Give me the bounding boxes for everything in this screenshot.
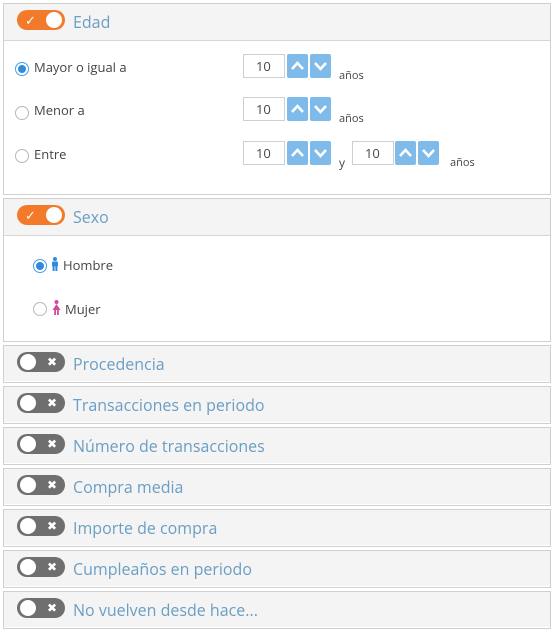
close-icon: ✖ [46, 476, 57, 493]
no-vuelven-desde-hace-header[interactable]: ✖ No vuelven desde hace... [4, 592, 550, 627]
compra-media-panel[interactable]: ✖ Compra media [3, 468, 551, 506]
female-icon [52, 300, 61, 315]
close-icon: ✖ [46, 599, 57, 616]
chevron-up-icon [291, 104, 304, 113]
check-icon: ✓ [25, 206, 36, 224]
label-hombre: Hombre [63, 256, 114, 274]
label-mujer: Mujer [65, 300, 101, 318]
entre-to-decrement-button[interactable] [418, 141, 439, 165]
chevron-up-icon [291, 61, 304, 70]
close-icon: ✖ [46, 394, 57, 411]
compra-media-title: Compra media [73, 476, 184, 498]
check-icon: ✓ [25, 11, 36, 29]
cumpleanos-en-periodo-title: Cumpleaños en periodo [73, 558, 252, 580]
radio-hombre[interactable] [33, 259, 47, 273]
numero-de-transacciones-toggle[interactable]: ✖ [17, 434, 65, 454]
radio-entre[interactable] [15, 149, 29, 163]
mayor-o-igual-unit: años [339, 68, 364, 83]
importe-de-compra-header[interactable]: ✖ Importe de compra [4, 510, 550, 545]
toggle-knob [20, 600, 36, 616]
close-icon: ✖ [46, 517, 57, 534]
chevron-down-icon [314, 62, 327, 71]
mayor-o-igual-decrement-button[interactable] [310, 54, 331, 78]
procedencia-header[interactable]: ✖ Procedencia [4, 346, 550, 381]
label-menor: Menor a [34, 101, 85, 119]
transacciones-en-periodo-panel[interactable]: ✖ Transacciones en periodo [3, 386, 551, 424]
chevron-up-icon [291, 148, 304, 157]
procedencia-toggle[interactable]: ✖ [17, 352, 65, 372]
menor-increment-button[interactable] [287, 97, 308, 121]
close-icon: ✖ [46, 435, 57, 452]
toggle-knob [20, 354, 36, 370]
importe-de-compra-title: Importe de compra [73, 517, 218, 539]
toggle-knob [20, 477, 36, 493]
no-vuelven-desde-hace-title: No vuelven desde hace... [73, 599, 258, 621]
toggle-knob [20, 395, 36, 411]
transacciones-en-periodo-title: Transacciones en periodo [73, 394, 265, 416]
edad-toggle[interactable]: ✓ [17, 10, 65, 30]
no-vuelven-desde-hace-panel[interactable]: ✖ No vuelven desde hace... [3, 591, 551, 629]
chevron-up-icon [399, 148, 412, 157]
male-icon [52, 257, 58, 271]
cumpleanos-en-periodo-toggle[interactable]: ✖ [17, 557, 65, 577]
mayor-o-igual-increment-button[interactable] [287, 54, 308, 78]
entre-from-decrement-button[interactable] [310, 141, 331, 165]
menor-unit: años [339, 111, 364, 126]
compra-media-toggle[interactable]: ✖ [17, 475, 65, 495]
sexo-toggle[interactable]: ✓ [17, 205, 65, 225]
entre-connector: y [339, 154, 346, 171]
edad-panel: ✓ Edad Mayor o igual a 10 años Menor a 1… [3, 3, 551, 195]
menor-decrement-button[interactable] [310, 97, 331, 121]
toggle-knob [20, 518, 36, 534]
close-icon: ✖ [46, 558, 57, 575]
radio-menor[interactable] [15, 106, 29, 120]
menor-input[interactable]: 10 [243, 97, 285, 121]
toggle-knob [20, 436, 36, 452]
toggle-knob [46, 12, 62, 28]
label-mayor-o-igual: Mayor o igual a [34, 58, 127, 76]
edad-header[interactable]: ✓ Edad [4, 4, 550, 41]
cumpleanos-en-periodo-panel[interactable]: ✖ Cumpleaños en periodo [3, 550, 551, 588]
label-entre: Entre [34, 145, 67, 163]
compra-media-header[interactable]: ✖ Compra media [4, 469, 550, 504]
importe-de-compra-panel[interactable]: ✖ Importe de compra [3, 509, 551, 547]
sexo-title: Sexo [73, 206, 109, 228]
entre-unit: años [450, 155, 475, 170]
toggle-knob [46, 207, 62, 223]
chevron-down-icon [422, 149, 435, 158]
numero-de-transacciones-header[interactable]: ✖ Número de transacciones [4, 428, 550, 463]
entre-from-input[interactable]: 10 [243, 141, 285, 165]
sexo-header[interactable]: ✓ Sexo [4, 199, 550, 236]
no-vuelven-desde-hace-toggle[interactable]: ✖ [17, 598, 65, 618]
entre-from-increment-button[interactable] [287, 141, 308, 165]
cumpleanos-en-periodo-header[interactable]: ✖ Cumpleaños en periodo [4, 551, 550, 586]
numero-de-transacciones-title: Número de transacciones [73, 435, 265, 457]
numero-de-transacciones-panel[interactable]: ✖ Número de transacciones [3, 427, 551, 465]
importe-de-compra-toggle[interactable]: ✖ [17, 516, 65, 536]
transacciones-en-periodo-toggle[interactable]: ✖ [17, 393, 65, 413]
transacciones-en-periodo-header[interactable]: ✖ Transacciones en periodo [4, 387, 550, 422]
chevron-down-icon [314, 105, 327, 114]
procedencia-title: Procedencia [73, 353, 165, 375]
edad-title: Edad [73, 11, 111, 33]
entre-to-input[interactable]: 10 [352, 141, 394, 165]
entre-to-increment-button[interactable] [395, 141, 416, 165]
mayor-o-igual-input[interactable]: 10 [243, 54, 285, 78]
radio-mayor-o-igual[interactable] [15, 62, 29, 76]
toggle-knob [20, 559, 36, 575]
chevron-down-icon [314, 149, 327, 158]
radio-mujer[interactable] [33, 302, 47, 316]
close-icon: ✖ [46, 353, 57, 370]
procedencia-panel[interactable]: ✖ Procedencia [3, 345, 551, 383]
sexo-panel: ✓ Sexo Hombre Mujer [3, 198, 551, 342]
